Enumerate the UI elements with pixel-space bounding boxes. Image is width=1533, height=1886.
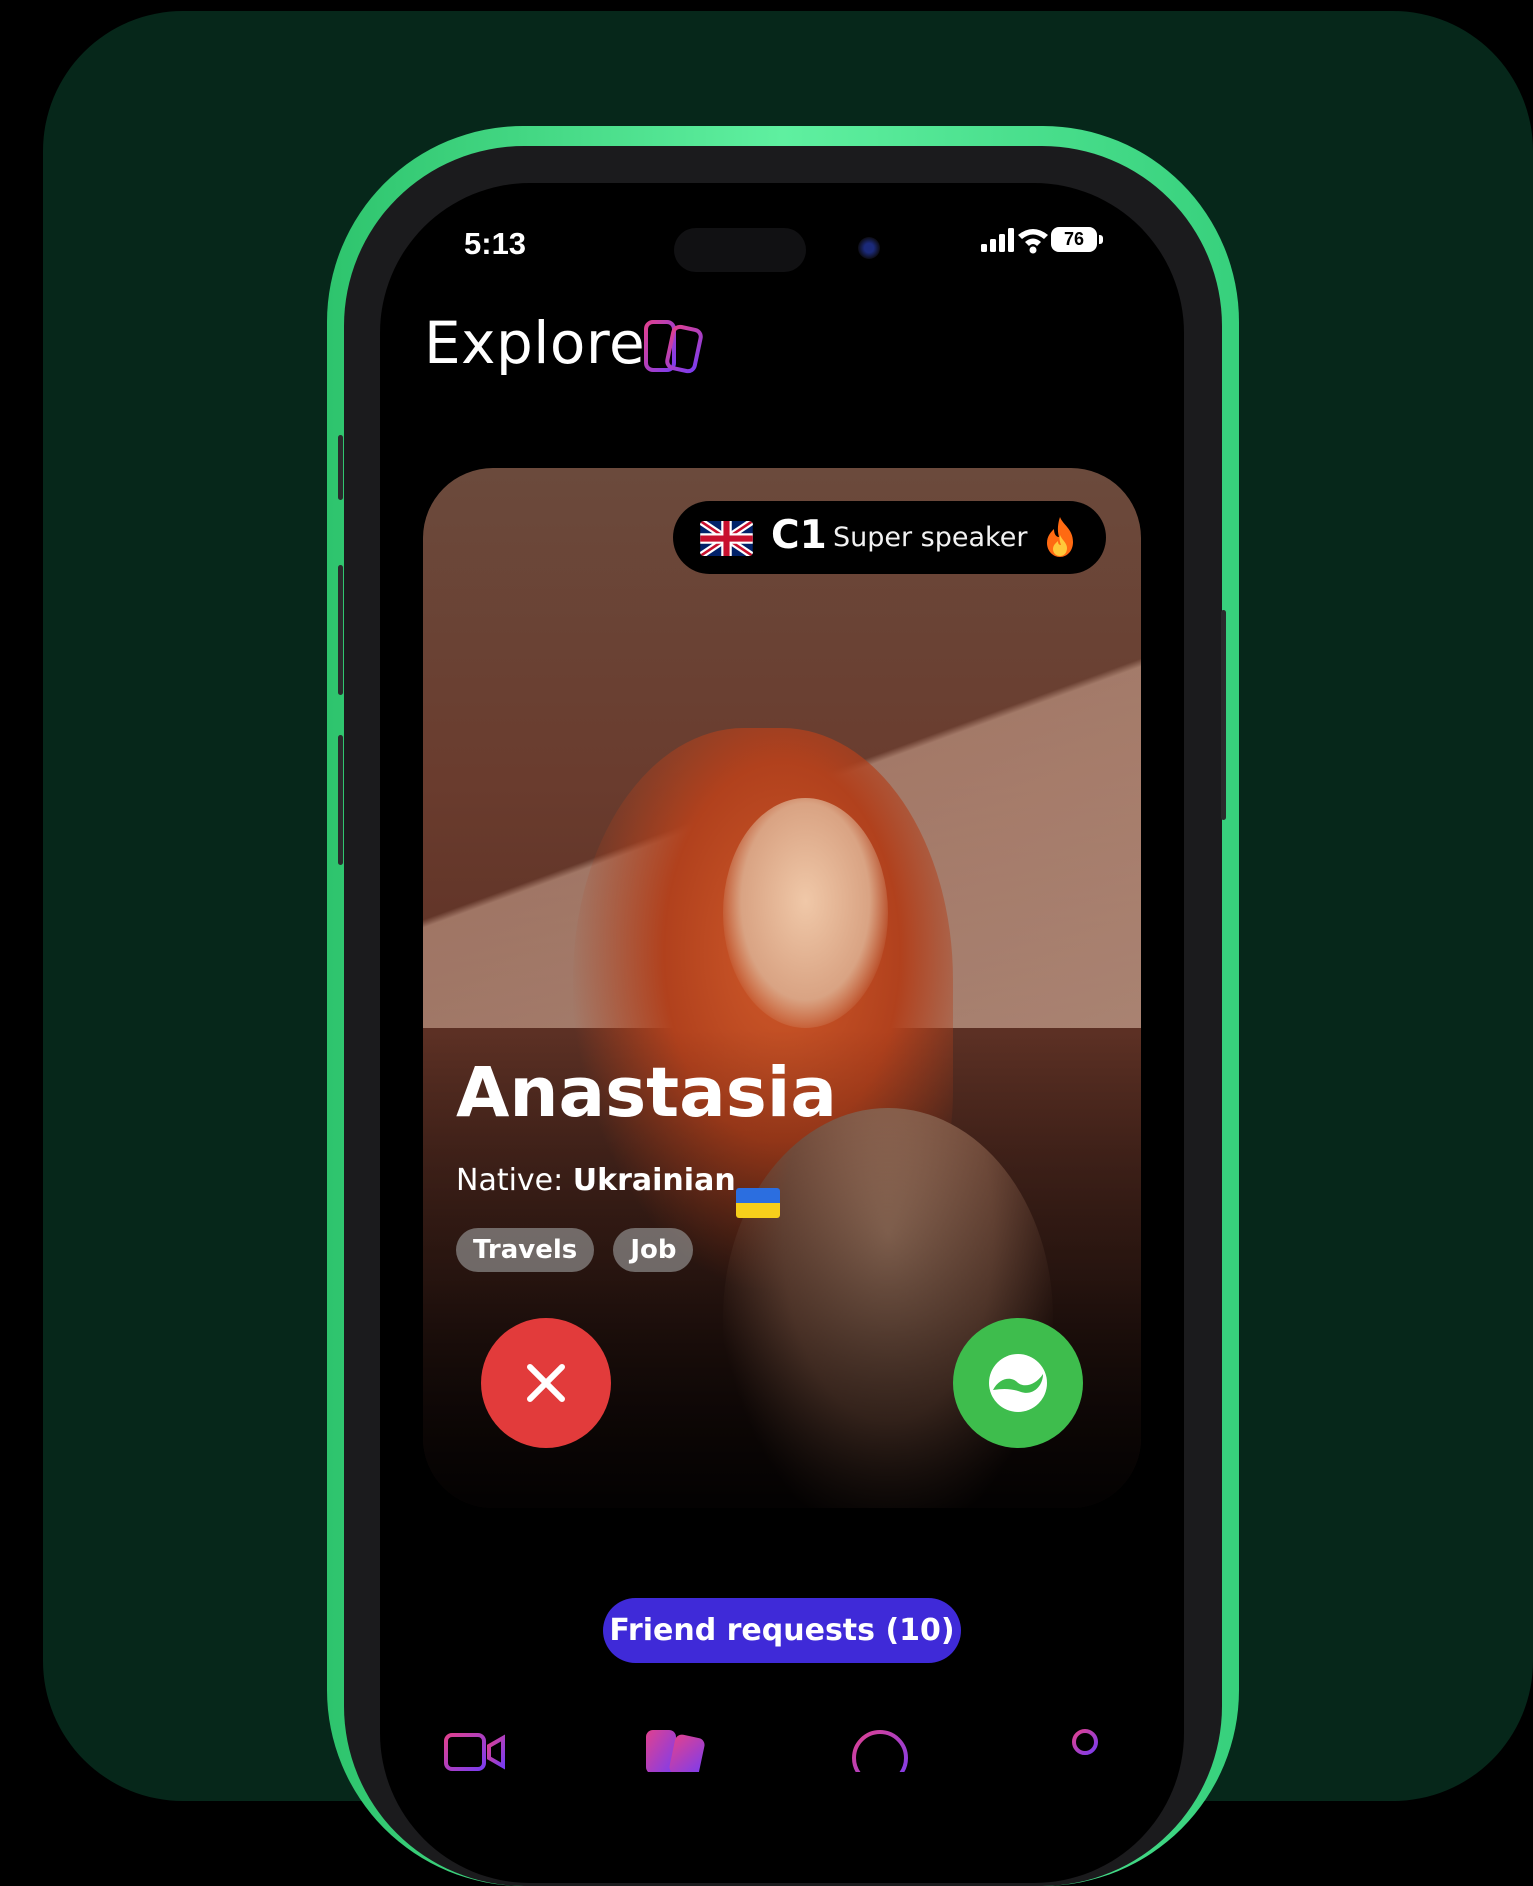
profile-name: Anastasia bbox=[456, 1053, 837, 1133]
close-icon bbox=[527, 1364, 565, 1402]
ukraine-flag-icon bbox=[736, 1188, 780, 1218]
volume-down-button bbox=[338, 735, 343, 865]
friend-requests-button[interactable]: Friend requests (10) bbox=[603, 1598, 961, 1663]
video-icon[interactable] bbox=[443, 1732, 513, 1772]
volume-up-button bbox=[338, 565, 343, 695]
level-code: C1 bbox=[771, 513, 827, 558]
tag-job: Job bbox=[613, 1228, 694, 1272]
battery-icon: 76 bbox=[1051, 227, 1097, 252]
level-label: Super speaker bbox=[833, 522, 1028, 553]
uk-flag-icon bbox=[700, 521, 753, 556]
signal-icon bbox=[981, 228, 1014, 252]
native-label: Native: bbox=[456, 1163, 564, 1198]
profile-icon[interactable] bbox=[1060, 1728, 1110, 1772]
phone-screen: 5:13 76 Explore C1 Super speaker Anastas… bbox=[380, 183, 1184, 1883]
profile-card[interactable]: C1 Super speaker Anastasia Native: Ukrai… bbox=[423, 468, 1141, 1508]
interest-tags: Travels Job bbox=[456, 1228, 707, 1272]
page-title: Explore bbox=[424, 309, 646, 377]
native-language-row: Native: Ukrainian bbox=[456, 1163, 736, 1198]
level-badge: C1 Super speaker bbox=[673, 501, 1106, 574]
status-icons: 76 bbox=[980, 221, 1120, 261]
camera-icon bbox=[858, 237, 880, 259]
native-language: Ukrainian bbox=[572, 1163, 736, 1198]
chat-icon[interactable] bbox=[850, 1728, 910, 1772]
cards-icon[interactable] bbox=[642, 318, 708, 376]
connect-icon bbox=[989, 1354, 1047, 1412]
dynamic-island bbox=[674, 228, 806, 272]
status-time: 5:13 bbox=[464, 226, 527, 261]
action-button bbox=[338, 435, 343, 500]
tab-bar bbox=[380, 1728, 1184, 1788]
wifi-icon bbox=[1018, 229, 1048, 254]
connect-button[interactable] bbox=[953, 1318, 1083, 1448]
battery-tip bbox=[1099, 235, 1103, 244]
photo-face bbox=[723, 798, 888, 1028]
power-button bbox=[1221, 610, 1226, 820]
tab-cards-icon[interactable] bbox=[642, 1728, 716, 1772]
flame-icon bbox=[1047, 517, 1073, 557]
tag-travels: Travels bbox=[456, 1228, 595, 1272]
decline-button[interactable] bbox=[481, 1318, 611, 1448]
